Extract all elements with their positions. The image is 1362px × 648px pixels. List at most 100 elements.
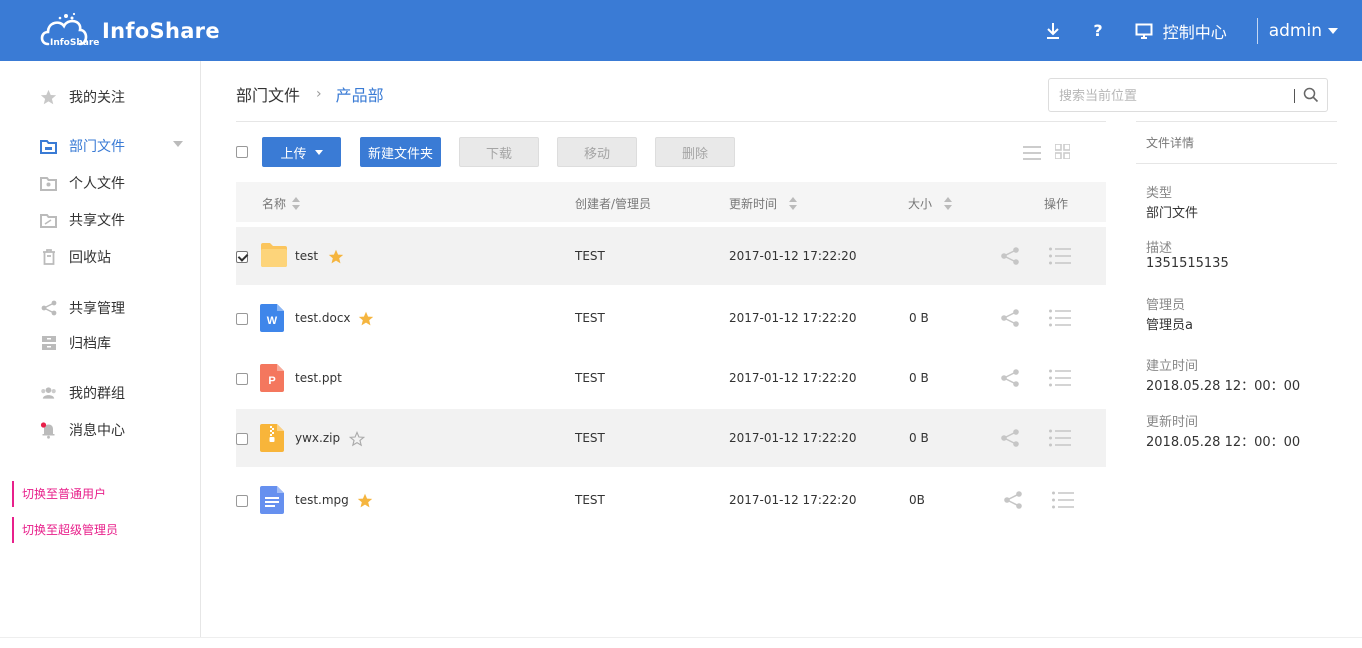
row-checkbox[interactable] [236,313,248,325]
size-cell: 0 B [909,371,929,385]
row-checkbox[interactable] [236,433,248,445]
column-actions: 操作 [1044,195,1068,212]
sidebar-item-archive[interactable]: 归档库 [40,333,111,353]
creator-cell: TEST [575,371,605,385]
column-creator: 创建者/管理员 [575,195,651,212]
sidebar-item-my-groups[interactable]: 我的群组 [40,383,125,403]
group-icon [40,385,57,402]
breadcrumb-root[interactable]: 部门文件 [236,82,300,106]
more-menu-icon[interactable] [1049,247,1071,269]
table-row[interactable]: Wtest.docx TEST 2017-01-12 17:22:20 0 B [236,289,1106,347]
switch-to-normal-user-link[interactable]: 切换至普通用户 [12,481,106,507]
star-filled-icon[interactable] [358,311,374,327]
file-name[interactable]: test.ppt [295,371,342,385]
sort-icon [944,197,953,210]
sidebar-item-share-management[interactable]: 共享管理 [40,298,125,318]
sidebar-item-recycle-bin[interactable]: 回收站 [40,247,111,267]
sidebar-item-message-center[interactable]: 消息中心 [40,420,125,440]
search-icon[interactable] [1303,87,1319,107]
username: admin [1268,20,1322,41]
table-row[interactable]: test TEST 2017-01-12 17:22:20 [236,227,1106,285]
search-input[interactable] [1059,86,1284,106]
switch-to-super-admin-link[interactable]: 切换至超级管理员 [12,517,118,543]
list-view-icon[interactable] [1023,145,1041,164]
share-icon[interactable] [1000,246,1020,270]
upload-button[interactable]: 上传 [262,137,341,167]
file-name[interactable]: test.docx [295,311,351,325]
sidebar-item-my-follows[interactable]: 我的关注 [40,87,125,107]
column-updated[interactable]: 更新时间 [729,195,798,212]
upload-label: 上传 [280,146,307,162]
select-all-checkbox[interactable] [236,146,248,158]
detail-type-value: 部门文件 [1146,206,1199,221]
star-filled-icon[interactable] [328,249,344,265]
help-button[interactable]: ? [1093,21,1102,40]
logo[interactable]: InfoShare InfoShare [38,12,220,50]
updated-cell: 2017-01-12 17:22:20 [729,311,857,325]
control-center-label: 控制中心 [1162,22,1227,42]
more-menu-icon[interactable] [1049,309,1071,331]
more-menu-icon[interactable] [1049,369,1071,391]
detail-desc-label: 描述 [1146,241,1173,256]
size-cell: 0B [909,493,925,507]
download-button[interactable] [1045,22,1061,40]
breadcrumb-current[interactable]: 产品部 [336,82,384,106]
size-cell: 0 B [909,311,929,325]
table-row[interactable]: test.mpg TEST 2017-01-12 17:22:20 0B [236,471,1106,529]
caret-down-icon [314,149,323,155]
share-icon[interactable] [1003,490,1023,514]
sidebar-item-department-files[interactable]: 部门文件 [40,136,125,156]
sidebar-item-label: 回收站 [69,250,111,266]
column-size[interactable]: 大小 [908,195,953,212]
row-checkbox[interactable] [236,251,248,263]
file-name[interactable]: test.mpg [295,493,349,507]
file-name[interactable]: test [295,249,318,263]
word-file-icon: W [260,304,286,332]
row-checkbox[interactable] [236,373,248,385]
detail-panel-title: 文件详情 [1136,121,1337,164]
monitor-icon [1135,23,1153,39]
download-button-disabled[interactable]: 下载 [459,137,539,167]
sidebar-item-personal-files[interactable]: 个人文件 [40,173,125,193]
delete-button[interactable]: 删除 [655,137,735,167]
sidebar-item-label: 部门文件 [69,139,125,155]
share-icon[interactable] [1000,368,1020,392]
sort-icon [789,197,798,210]
user-menu[interactable]: admin [1269,21,1338,41]
control-center-button[interactable]: 控制中心 [1135,19,1227,43]
new-folder-button[interactable]: 新建文件夹 [360,137,441,167]
creator-cell: TEST [575,311,605,325]
share-icon[interactable] [1000,308,1020,332]
star-outline-icon[interactable] [348,430,366,447]
column-name[interactable]: 名称 [262,195,301,212]
breadcrumb-divider [236,121,1106,122]
column-actions-label: 操作 [1044,197,1069,211]
detail-updated-value: 2018.05.28 12：00：00 [1146,435,1301,450]
size-cell: 0 B [909,431,929,445]
more-menu-icon[interactable] [1052,491,1074,513]
top-header: InfoShare InfoShare ? 控制中心 admin [0,0,1362,61]
expand-caret-icon[interactable] [173,141,183,147]
sidebar-item-label: 归档库 [69,336,111,352]
table-row[interactable]: Ptest.ppt TEST 2017-01-12 17:22:20 0 B [236,349,1106,407]
star-filled-icon[interactable] [357,493,373,509]
share-icon [40,300,57,317]
logo-subtext: InfoShare [50,38,100,48]
updated-cell: 2017-01-12 17:22:20 [729,371,857,385]
creator-cell: TEST [575,249,605,263]
search-divider [1294,89,1295,103]
file-name[interactable]: ywx.zip [295,431,340,445]
sort-icon [292,197,301,210]
sidebar-item-label: 我的群组 [69,386,125,402]
column-size-label: 大小 [908,197,933,211]
more-menu-icon[interactable] [1049,429,1071,451]
grid-view-icon[interactable] [1054,143,1071,163]
folder-icon [260,242,287,270]
move-button[interactable]: 移动 [557,137,637,167]
sidebar-item-shared-files[interactable]: 共享文件 [40,210,125,230]
table-row[interactable]: ywx.zip TEST 2017-01-12 17:22:20 0 B [236,409,1106,467]
zip-file-icon [260,424,286,452]
search-box [1048,78,1328,112]
row-checkbox[interactable] [236,495,248,507]
share-icon[interactable] [1000,428,1020,452]
